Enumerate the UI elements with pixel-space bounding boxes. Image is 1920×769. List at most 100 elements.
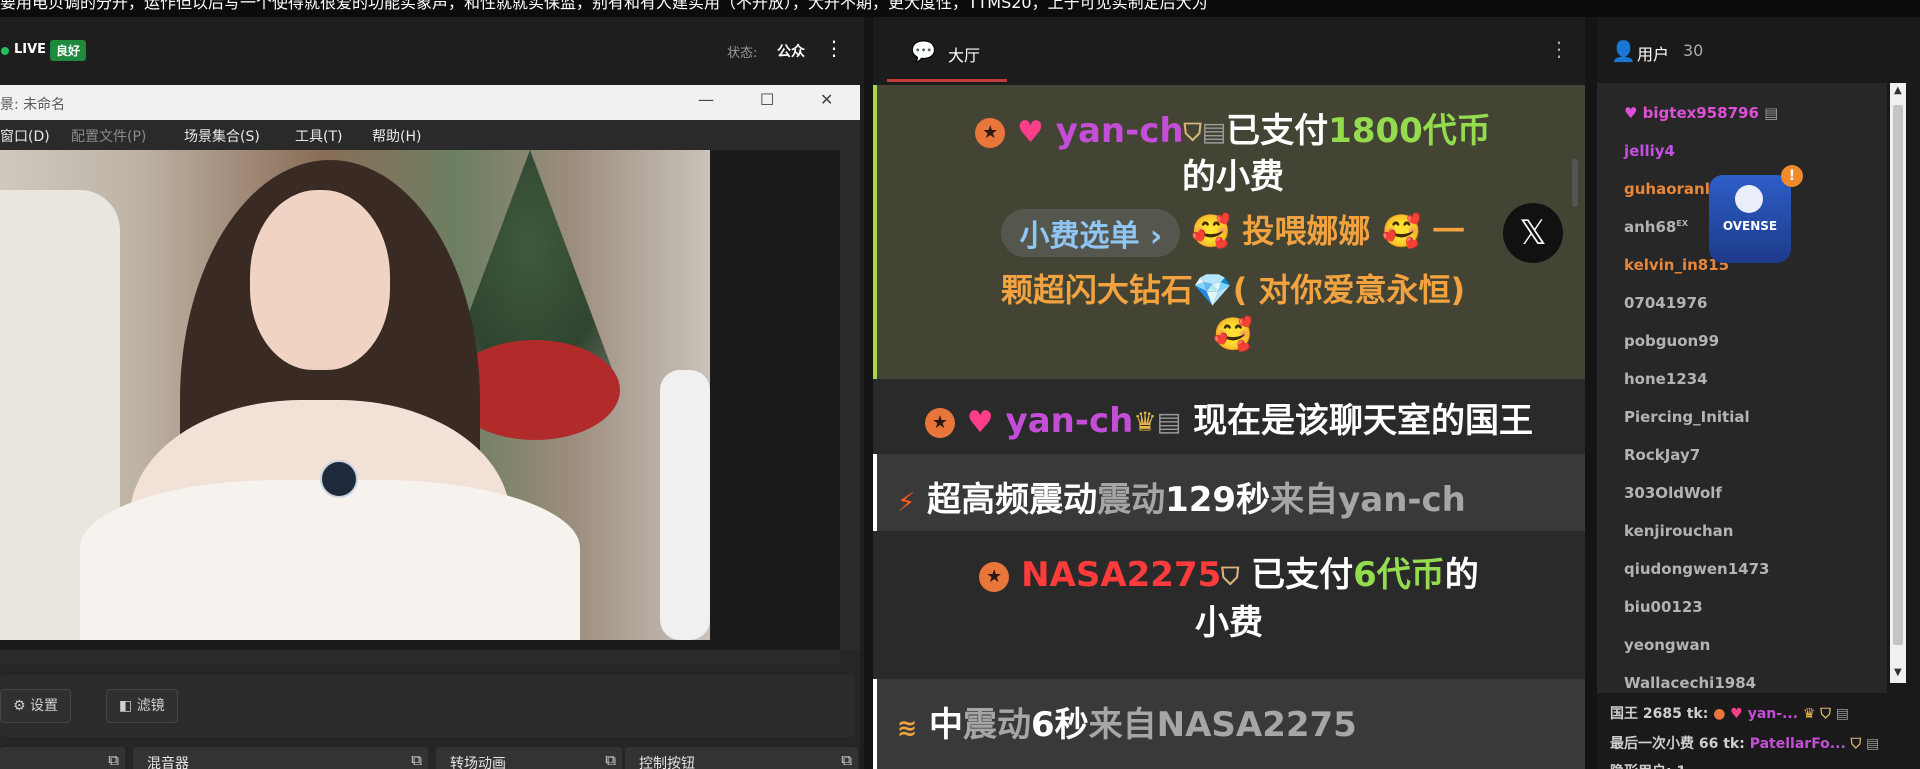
menu-window[interactable]: 窗口(D) (0, 126, 50, 146)
chat-message-tip: ★ ♥ yan-ch⛉▤已支付1800代币 的小费 小费选单 › 🥰 投喂娜娜 … (873, 85, 1585, 379)
users-panel: 👤 用户 30 ♥ bigtex958796 ▤ jelliy4 guhaora… (1597, 17, 1920, 769)
tip-suffix: 的小费 (1182, 157, 1284, 197)
users-count: 30 (1683, 41, 1704, 60)
broadcaster-panel: LIVE 良好 状态: 公众 ⋮ 景: 未命名 — ☐ ✕ 窗口(D) 配置文件… (0, 17, 864, 769)
tip-menu-label: 小费选单 (1019, 219, 1140, 254)
users-title[interactable]: 用户 (1637, 41, 1669, 65)
list-item[interactable]: anh68EX (1624, 218, 1688, 236)
list-item[interactable]: biu00123 (1624, 598, 1703, 616)
maximize-icon[interactable]: ☐ (760, 90, 774, 109)
user-list-scroll-thumb[interactable] (1893, 105, 1903, 645)
more-options-icon[interactable]: ⋮ (824, 38, 844, 58)
vibration-username[interactable]: yan-ch (1338, 480, 1466, 520)
dock-sources[interactable]: ⧉ (0, 747, 125, 769)
ovense-label: OVENSE (1722, 219, 1778, 233)
preview-horizontal-scrollbar[interactable] (0, 650, 840, 664)
menu-scene-collection[interactable]: 场景集合(S) (184, 126, 260, 146)
chat-message-king: ★ ♥ yan-ch♛▤ 现在是该聊天室的国王 (873, 379, 1585, 454)
chat-bubble-icon: 💬 (911, 39, 936, 63)
dock-transitions[interactable]: 转场动画 ⧉ (436, 747, 622, 769)
filters-button[interactable]: ◧ 滤镜 (106, 689, 178, 723)
close-icon[interactable]: ✕ (820, 90, 833, 109)
dock-undock-icon[interactable]: ⧉ (841, 751, 852, 769)
note-icon[interactable]: ▤ (1157, 408, 1182, 438)
list-item[interactable]: Wallacechi1984 (1624, 674, 1756, 692)
vibration2-line: ≋ 中震动6秒来自NASA2275 (897, 697, 1585, 746)
list-item[interactable]: yeongwan (1624, 636, 1710, 654)
scroll-down-icon[interactable]: ▼ (1894, 667, 1902, 678)
tip-line-b: 一 (1432, 212, 1465, 250)
shield-icon: ⛉ (1221, 562, 1240, 591)
live-status-bar: LIVE 良好 状态: 公众 ⋮ (0, 17, 864, 85)
top-banner: 要用电贝调的分开，运作但以后写一个使得就很爱的功能实象声，和性就就实保监，别有和… (0, 0, 1920, 17)
chat-scrollbar[interactable] (1572, 159, 1578, 207)
vibration2-username[interactable]: NASA2275 (1157, 705, 1357, 745)
menu-profile[interactable]: 配置文件(P) (71, 126, 146, 146)
dock-controls-label: 控制按钮 (639, 756, 695, 769)
alert-badge: ! (1781, 165, 1803, 187)
last-tip-user[interactable]: PatellarFo... (1750, 736, 1846, 752)
tip-menu-button[interactable]: 小费选单 › (1001, 209, 1181, 257)
king-user[interactable]: yan-... (1748, 706, 1798, 722)
note-icon[interactable]: ▤ (1202, 118, 1227, 148)
scroll-up-icon[interactable]: ▲ (1894, 85, 1902, 96)
note-icon: ▤ (1764, 104, 1779, 122)
crown-icon: ♛ (1133, 407, 1157, 438)
list-item[interactable]: 303OldWolf (1624, 484, 1722, 502)
status-label: 状态: (727, 46, 758, 61)
tip2-suffix-b: 小费 (1195, 603, 1263, 643)
king-username[interactable]: yan-ch (1006, 401, 1134, 441)
list-item[interactable]: 07041976 (1624, 294, 1708, 312)
dock-mixer[interactable]: 混音器 ⧉ (133, 747, 428, 769)
list-item[interactable]: kenjirouchan (1624, 522, 1733, 540)
diamond-heart-icon: ♥ (1730, 706, 1743, 722)
king-label: 国王 2685 tk: (1610, 706, 1709, 722)
obs-titlebar: 景: 未命名 — ☐ ✕ (0, 85, 860, 120)
vibration2-word: 震动 (962, 705, 1031, 745)
dock-undock-icon[interactable]: ⧉ (411, 751, 422, 769)
tip-line-d: ( 对你爱意永恒) (1232, 271, 1466, 309)
list-item[interactable]: ♥ bigtex958796 ▤ (1624, 104, 1778, 122)
menu-tools[interactable]: 工具(T) (295, 126, 342, 146)
menu-help[interactable]: 帮助(H) (372, 126, 421, 146)
star-badge-icon: ★ (975, 117, 1006, 148)
status-value[interactable]: 公众 (777, 41, 805, 61)
chat-message-vibration: ⚡ 超高频震动震动129秒来自yan-ch (873, 454, 1585, 531)
list-item[interactable]: guhaoranlit (1624, 180, 1722, 198)
tab-lobby[interactable]: 大厅 (948, 42, 980, 66)
smiling-hearts-icon: 🥰 (1213, 315, 1253, 353)
dock-undock-icon[interactable]: ⧉ (605, 751, 616, 769)
last-tip-label: 最后一次小费 66 tk: (1610, 736, 1745, 752)
dock-undock-icon[interactable]: ⧉ (108, 751, 119, 769)
list-item[interactable]: qiudongwen1473 (1624, 560, 1769, 578)
face (250, 190, 390, 370)
settings-button[interactable]: ⚙ 设置 (0, 689, 72, 723)
list-item[interactable]: hone1234 (1624, 370, 1708, 388)
x-share-button[interactable]: 𝕏 (1503, 203, 1563, 263)
user-name: anh68 (1624, 218, 1677, 236)
vibration-word: 震动 (1097, 480, 1166, 520)
hidden-users-info: 隐形用户: 1 (1610, 761, 1686, 769)
vibration2-level: 中 (928, 705, 963, 745)
list-item[interactable]: RockJay7 (1624, 446, 1700, 464)
chat-more-icon[interactable]: ⋮ (1549, 37, 1569, 61)
minimize-icon[interactable]: — (698, 90, 714, 109)
list-item[interactable]: pobguon99 (1624, 332, 1719, 350)
diamond-heart-icon: ♥ (966, 405, 994, 440)
shield-icon: ⛉ (1820, 706, 1831, 722)
dock-controls[interactable]: 控制按钮 ⧉ (625, 747, 858, 769)
list-item[interactable]: Piercing_Initial (1624, 408, 1750, 426)
diamond-heart-icon: ♥ (1017, 115, 1044, 150)
tip-emoji-line: 🥰 (877, 315, 1585, 353)
preview-vertical-scrollbar[interactable] (840, 150, 860, 650)
quality-badge: 良好 (50, 40, 87, 61)
crown-icon: ♛ (1802, 706, 1816, 722)
list-item[interactable]: jelliy4 (1624, 142, 1675, 160)
tip-username[interactable]: yan-ch (1056, 111, 1184, 151)
filters-label: 滤镜 (136, 698, 165, 714)
chat-panel: 💬 大厅 ⋮ ★ ♥ yan-ch⛉▤已支付1800代币 的小费 小费选单 › … (873, 17, 1585, 769)
ovense-app-icon[interactable]: OVENSE ! (1709, 165, 1803, 263)
tip2-username[interactable]: NASA2275 (1021, 555, 1221, 595)
star-badge-icon: ★ (979, 561, 1010, 592)
chat-message-tip-small: ★ NASA2275⛉ 已支付6代币的 小费 (873, 531, 1585, 679)
